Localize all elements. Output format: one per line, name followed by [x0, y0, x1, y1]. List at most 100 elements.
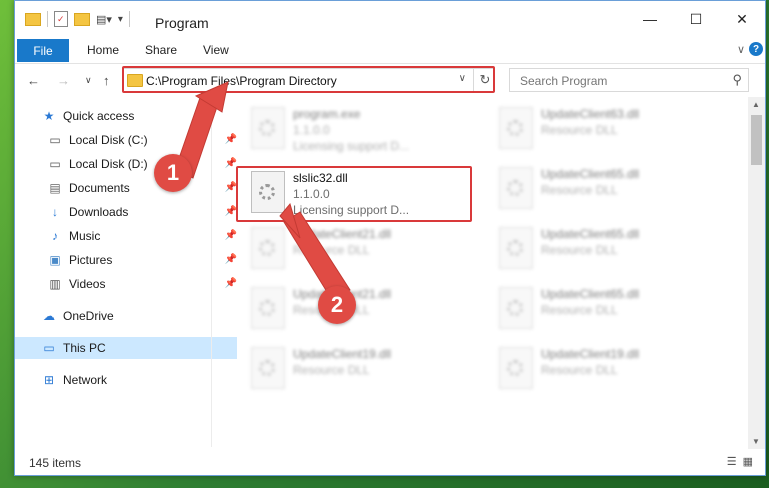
file-item[interactable]: UpdateClient21.dll Resource DLL: [243, 221, 473, 279]
file-item[interactable]: UpdateClient21.dll Resource DLL: [243, 281, 473, 339]
quick-access-toolbar: ✓ ▤▾ ▾: [25, 11, 130, 27]
large-icons-view-icon[interactable]: ▦: [743, 455, 753, 468]
properties-icon[interactable]: ✓: [54, 11, 68, 27]
sidebar-item-network[interactable]: ⊞ Network: [15, 369, 237, 391]
dll-file-icon: [499, 287, 533, 329]
file-name: UpdateClient65.dll: [541, 287, 640, 301]
sidebar-item-downloads[interactable]: ↓ Downloads 📌: [15, 201, 243, 223]
file-highlight-box: [236, 166, 472, 222]
scroll-up-icon[interactable]: ▲: [752, 100, 760, 109]
file-type: Resource DLL: [293, 363, 370, 377]
window-title: Program: [155, 15, 209, 31]
dll-file-icon: [499, 107, 533, 149]
file-type: Resource DLL: [541, 243, 618, 257]
sidebar-item-onedrive[interactable]: ☁ OneDrive: [15, 305, 237, 327]
file-name: UpdateClient19.dll: [293, 347, 392, 361]
file-item[interactable]: UpdateClient63.dll Resource DLL: [491, 101, 721, 159]
sidebar-item-documents[interactable]: ▤ Documents 📌: [15, 177, 243, 199]
sidebar-item-label: Documents: [69, 181, 130, 195]
exe-file-icon: [251, 107, 285, 149]
dll-file-icon: [499, 227, 533, 269]
file-item[interactable]: UpdateClient65.dll Resource DLL: [491, 161, 721, 219]
tab-share[interactable]: Share: [145, 43, 177, 57]
dll-file-icon: [251, 287, 285, 329]
file-item[interactable]: program.exe 1.1.0.0 Licensing support D.…: [243, 101, 473, 159]
window-controls: — ☐ ✕: [627, 1, 765, 37]
drive-icon: ▭: [49, 157, 61, 171]
dll-file-icon: [499, 167, 533, 209]
sidebar-item-quick-access[interactable]: ★ Quick access: [15, 105, 237, 127]
expand-ribbon-icon[interactable]: ∨: [737, 43, 745, 56]
sidebar-item-label: Quick access: [63, 109, 135, 123]
separator: [47, 11, 48, 27]
sidebar-item-label: Videos: [69, 277, 106, 291]
close-button[interactable]: ✕: [719, 1, 765, 37]
documents-icon: ▤: [49, 181, 61, 195]
title-bar: ✓ ▤▾ ▾ Program — ☐ ✕: [15, 1, 765, 37]
search-box[interactable]: ⚲: [509, 68, 749, 92]
pane-divider: [211, 97, 212, 447]
downloads-icon: ↓: [52, 205, 58, 219]
explorer-window: ✓ ▤▾ ▾ Program — ☐ ✕ File Home Share Vie…: [14, 0, 766, 476]
navigation-pane: ★ Quick access ▭ Local Disk (C:) 📌 ▭ Loc…: [15, 101, 237, 451]
sidebar-item-music[interactable]: ♪ Music 📌: [15, 225, 243, 247]
file-type: Resource DLL: [541, 363, 618, 377]
sidebar-item-local-disk-c[interactable]: ▭ Local Disk (C:) 📌: [15, 129, 243, 151]
file-list: program.exe 1.1.0.0 Licensing support D.…: [221, 97, 741, 447]
file-item[interactable]: UpdateClient65.dll Resource DLL: [491, 281, 721, 339]
sidebar-item-local-disk-d[interactable]: ▭ Local Disk (D:) 📌: [15, 153, 243, 175]
file-item[interactable]: UpdateClient19.dll Resource DLL: [491, 341, 721, 399]
new-folder-icon[interactable]: [74, 12, 90, 26]
callout-badge-1: 1: [154, 154, 192, 192]
separator: [128, 11, 130, 27]
details-view-icon[interactable]: ☰: [727, 455, 737, 468]
ribbon-tabs: File Home Share View ∨ ?: [15, 37, 765, 64]
sidebar-item-label: Network: [63, 373, 108, 387]
forward-button[interactable]: →: [57, 73, 70, 88]
dll-file-icon: [499, 347, 533, 389]
videos-icon: ▥: [49, 277, 61, 291]
file-name: program.exe: [293, 107, 361, 121]
tab-home[interactable]: Home: [87, 43, 119, 57]
sidebar-item-pictures[interactable]: ▣ Pictures 📌: [15, 249, 243, 271]
vertical-scrollbar[interactable]: ▲ ▼: [748, 97, 765, 449]
status-bar: 145 items ☰ ▦: [15, 451, 765, 475]
help-icon[interactable]: ?: [749, 42, 763, 56]
sidebar-item-videos[interactable]: ▥ Videos 📌: [15, 273, 243, 295]
item-count: 145 items: [29, 456, 82, 470]
navigation-bar: ← → ∨ ↑ C:\Program Files\Program Directo…: [15, 63, 765, 97]
search-icon[interactable]: ⚲: [732, 72, 742, 88]
customize-icon[interactable]: ▤▾: [96, 13, 112, 26]
scroll-thumb[interactable]: [751, 115, 762, 165]
dropdown-icon[interactable]: ▾: [118, 14, 123, 25]
tab-view[interactable]: View: [203, 43, 229, 57]
sidebar-item-label: This PC: [63, 341, 106, 355]
dll-file-icon: [251, 347, 285, 389]
network-icon: ⊞: [43, 373, 55, 387]
minimize-button[interactable]: —: [627, 1, 673, 37]
recent-locations-button[interactable]: ∨: [85, 75, 92, 86]
file-item[interactable]: UpdateClient19.dll Resource DLL: [243, 341, 473, 399]
drive-icon: ▭: [49, 133, 61, 147]
tab-file[interactable]: File: [17, 39, 69, 62]
file-version: 1.1.0.0: [293, 123, 330, 137]
search-input[interactable]: [518, 70, 722, 92]
sidebar-item-label: Pictures: [69, 253, 113, 267]
up-button[interactable]: ↑: [103, 73, 110, 88]
cloud-icon: ☁: [43, 309, 55, 323]
file-type: Resource DLL: [541, 123, 618, 137]
scroll-down-icon[interactable]: ▼: [752, 437, 760, 446]
sidebar-item-label: Music: [69, 229, 101, 243]
file-name: UpdateClient65.dll: [541, 227, 640, 241]
address-highlight-box: [122, 66, 495, 93]
pictures-icon: ▣: [49, 253, 61, 267]
star-icon: ★: [43, 109, 55, 123]
sidebar-item-this-pc[interactable]: ▭ This PC: [15, 337, 237, 359]
file-name: UpdateClient63.dll: [541, 107, 640, 121]
file-type: Resource DLL: [541, 303, 618, 317]
file-item[interactable]: UpdateClient65.dll Resource DLL: [491, 221, 721, 279]
folder-icon: [25, 12, 41, 26]
view-switcher: ☰ ▦: [727, 455, 753, 468]
back-button[interactable]: ←: [27, 73, 40, 88]
maximize-button[interactable]: ☐: [673, 1, 719, 37]
